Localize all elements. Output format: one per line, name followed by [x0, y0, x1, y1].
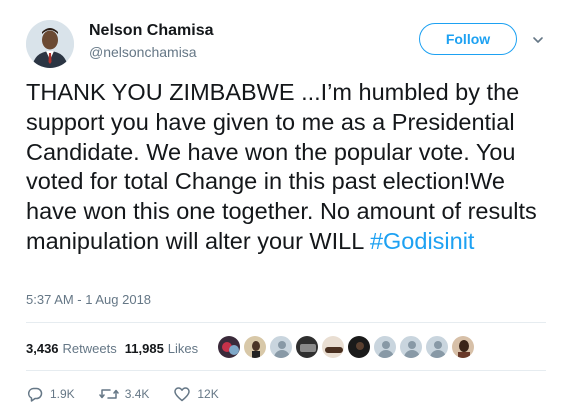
reply-count: 1.9K	[50, 387, 75, 401]
liker-avatar[interactable]	[295, 335, 319, 359]
tweet-card: Nelson Chamisa @nelsonchamisa Follow THA…	[0, 0, 561, 420]
like-button[interactable]: 12K	[173, 385, 219, 403]
liker-avatar[interactable]	[373, 335, 397, 359]
tweet-timestamp[interactable]: 5:37 AM - 1 Aug 2018	[26, 292, 151, 307]
liker-avatar[interactable]	[347, 335, 371, 359]
retweets-stat[interactable]: 3,436 Retweets	[26, 341, 117, 356]
like-count: 12K	[197, 387, 219, 401]
follow-button[interactable]: Follow	[419, 23, 517, 55]
retweets-label: Retweets	[62, 340, 117, 356]
user-name[interactable]: Nelson Chamisa	[89, 22, 213, 40]
reply-button[interactable]: 1.9K	[26, 385, 75, 403]
reply-icon	[27, 387, 43, 402]
tweet-text: THANK YOU ZIMBABWE ...I’m humbled by the…	[26, 78, 556, 257]
hashtag-link[interactable]: #Godisinit	[370, 228, 475, 254]
retweets-count: 3,436	[26, 340, 59, 356]
retweet-icon	[98, 389, 119, 399]
retweet-button[interactable]: 3.4K	[98, 385, 150, 403]
liker-avatar[interactable]	[243, 335, 267, 359]
retweet-count: 3.4K	[124, 387, 150, 401]
divider	[26, 370, 546, 371]
liker-avatars	[217, 333, 477, 361]
liker-avatar[interactable]	[321, 335, 345, 359]
divider	[26, 322, 546, 323]
tweet-stats: 3,436 Retweets 11,985 Likes	[26, 338, 206, 358]
likes-label: Likes	[167, 340, 199, 356]
user-handle[interactable]: @nelsonchamisa	[89, 44, 197, 60]
tweet-actions: 1.9K 3.4K 12K	[26, 384, 243, 404]
liker-avatar[interactable]	[425, 335, 449, 359]
liker-avatar[interactable]	[399, 335, 423, 359]
chevron-down-icon[interactable]	[531, 33, 545, 47]
heart-icon	[174, 387, 191, 402]
likes-count: 11,985	[124, 340, 164, 356]
likes-stat[interactable]: 11,985 Likes	[125, 341, 198, 356]
avatar[interactable]	[26, 20, 74, 68]
liker-avatar[interactable]	[217, 335, 241, 359]
liker-avatar[interactable]	[269, 335, 293, 359]
liker-avatar[interactable]	[451, 335, 475, 359]
